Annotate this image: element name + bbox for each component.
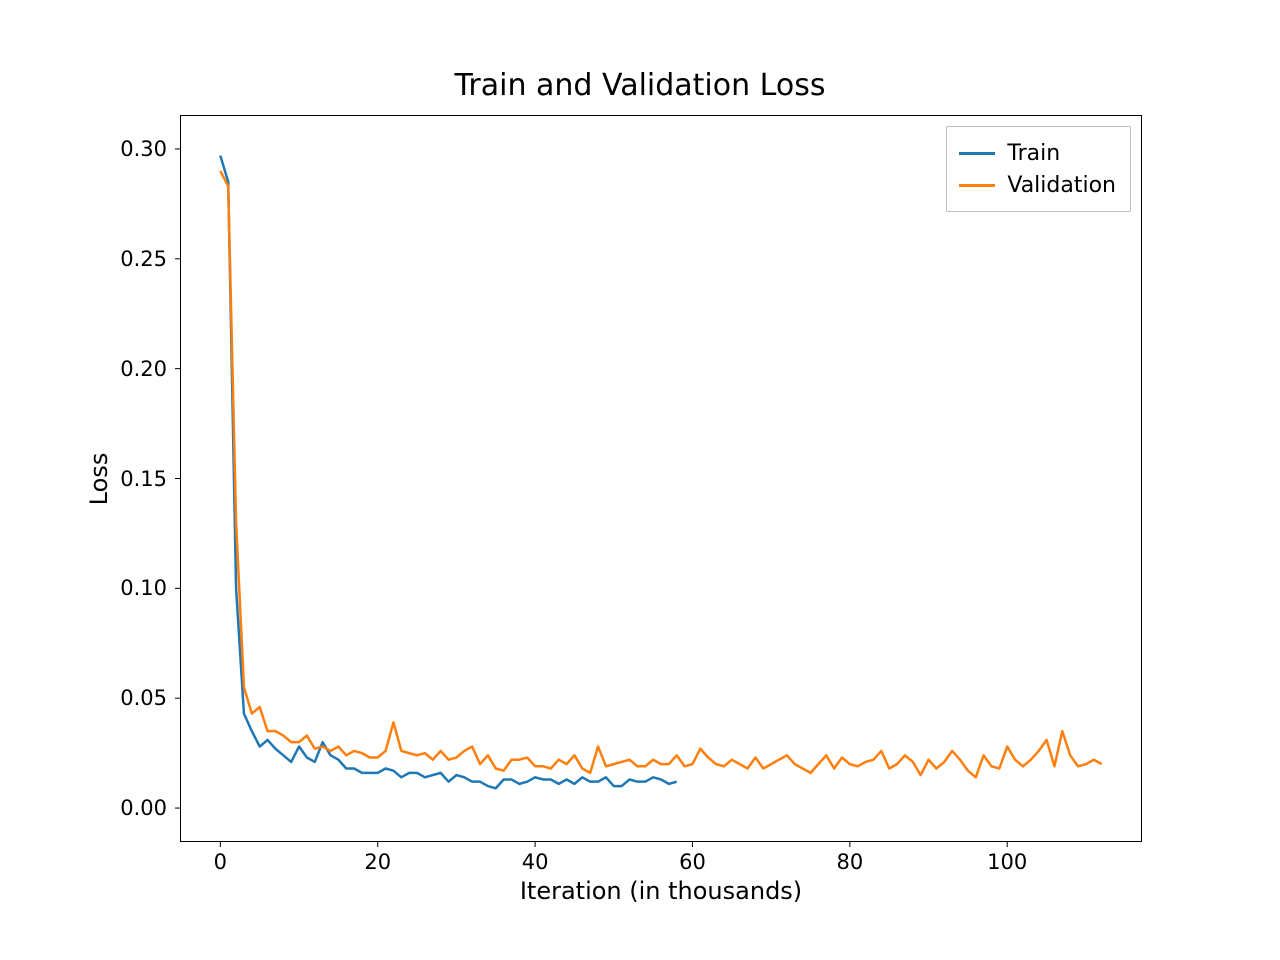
y-tick-label: 0.05 [120,686,167,710]
y-tick-label: 0.30 [120,137,167,161]
y-tick-label: 0.00 [120,796,167,820]
x-axis-label: Iteration (in thousands) [520,877,802,905]
chart-title: Train and Validation Loss [0,68,1280,103]
legend: Train Validation [946,126,1131,212]
legend-item-validation: Validation [959,169,1116,201]
legend-item-train: Train [959,137,1116,169]
x-tick-label: 0 [214,850,227,874]
x-tick-label: 60 [679,850,706,874]
series-train [220,156,676,789]
legend-swatch-train [959,152,995,155]
x-tick-label: 80 [836,850,863,874]
y-tick-label: 0.15 [120,467,167,491]
y-tick-label: 0.10 [120,576,167,600]
legend-swatch-validation [959,184,995,187]
series-validation [220,171,1101,777]
legend-label-train: Train [1007,141,1060,166]
plot-area [181,116,1141,841]
y-axis-label: Loss [85,452,113,505]
figure: Train and Validation Loss 020406080100 0… [0,0,1280,960]
x-tick-label: 100 [987,850,1027,874]
y-tick-label: 0.20 [120,357,167,381]
x-tick-label: 40 [522,850,549,874]
axes: 020406080100 0.000.050.100.150.200.250.3… [180,115,1142,842]
x-tick-label: 20 [364,850,391,874]
y-tick-label: 0.25 [120,247,167,271]
legend-label-validation: Validation [1007,173,1116,198]
